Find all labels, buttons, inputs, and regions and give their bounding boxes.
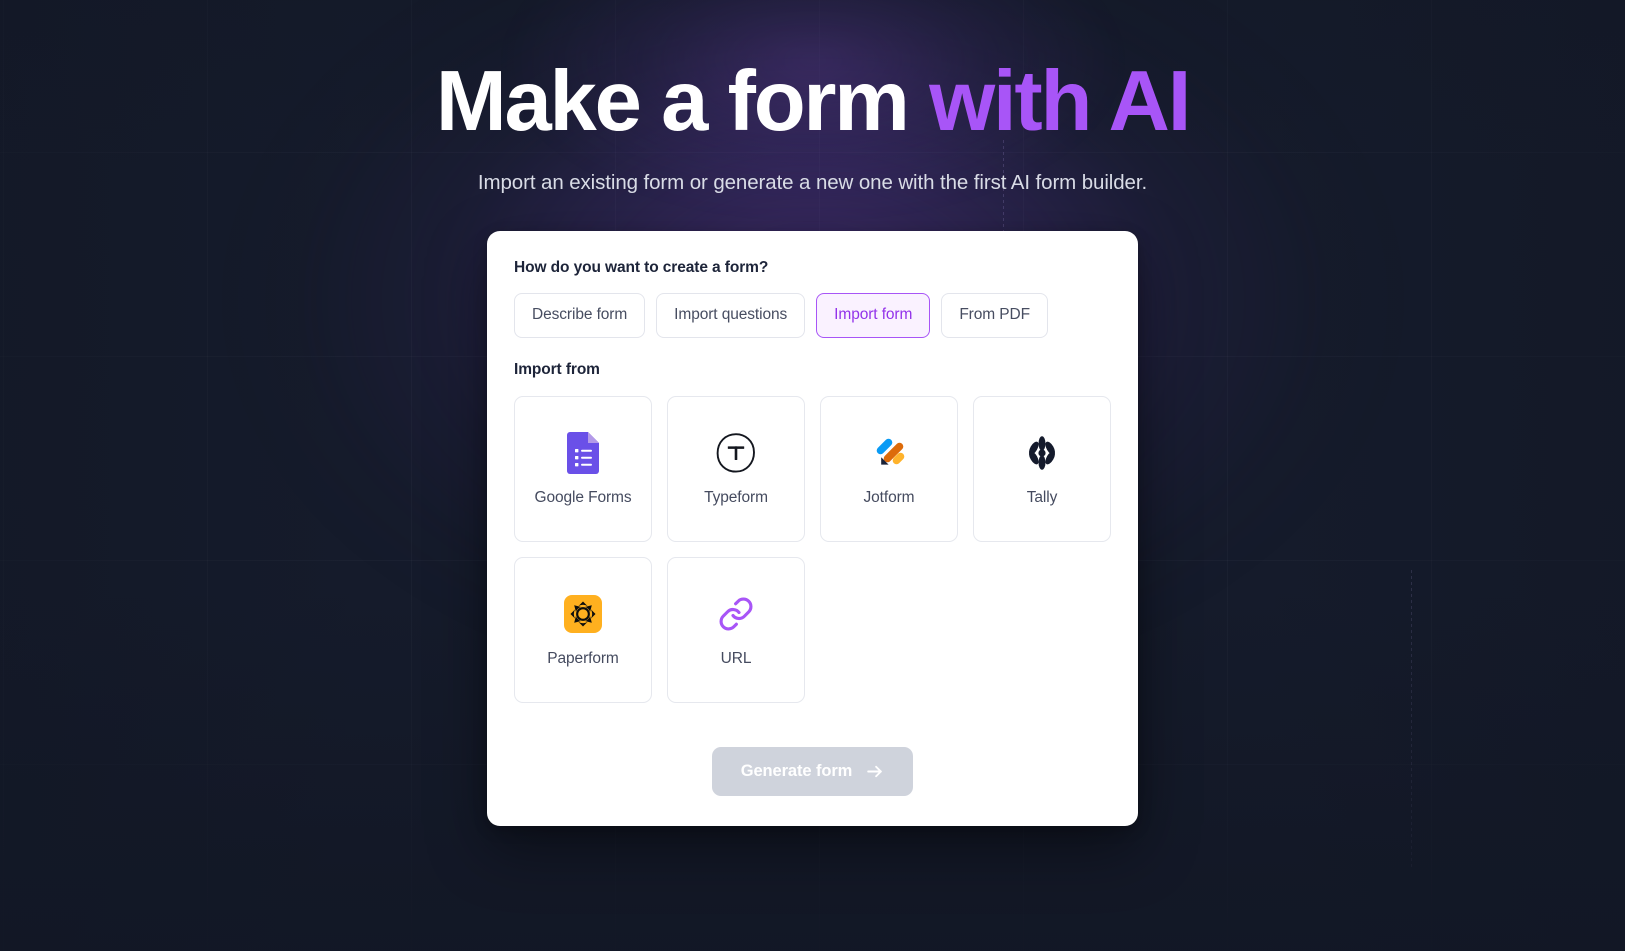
provider-label-tally: Tally <box>1026 488 1058 506</box>
mode-tab-group: Describe form Import questions Import fo… <box>514 292 1111 338</box>
mode-tab-describe-form[interactable]: Describe form <box>514 292 646 338</box>
generate-form-button[interactable]: Generate form <box>711 746 914 796</box>
form-builder-card: How do you want to create a form? Descri… <box>487 230 1138 826</box>
page-subtitle: Import an existing form or generate a ne… <box>477 170 1148 194</box>
page-title: Make a form with AI <box>436 58 1191 146</box>
provider-card-jotform[interactable]: Jotform <box>820 395 958 542</box>
import-from-label: Import from <box>514 360 600 378</box>
generate-form-button-label: Generate form <box>740 761 853 780</box>
mode-tab-import-questions[interactable]: Import questions <box>656 292 806 338</box>
mode-tab-from-pdf[interactable]: From PDF <box>941 292 1048 338</box>
paperform-icon <box>561 592 605 636</box>
arrow-right-icon <box>865 762 884 781</box>
provider-label-jotform: Jotform <box>863 488 915 506</box>
provider-label-typeform: Typeform <box>704 488 768 506</box>
tally-icon <box>1020 431 1064 475</box>
jotform-icon <box>867 431 911 475</box>
provider-label-url: URL <box>720 649 752 667</box>
page-title-prefix: Make a form <box>435 54 930 149</box>
mode-question-label: How do you want to create a form? <box>514 258 769 276</box>
page-title-accent: with AI <box>929 54 1191 149</box>
provider-card-typeform[interactable]: Typeform <box>667 395 805 542</box>
page-root: Make a form with AI Import an existing f… <box>0 0 1625 951</box>
generate-form-row: Generate form <box>514 746 1111 796</box>
provider-card-paperform[interactable]: Paperform <box>514 556 652 703</box>
provider-card-url[interactable]: URL <box>667 556 805 703</box>
mode-tab-import-form[interactable]: Import form <box>816 292 931 338</box>
provider-card-tally[interactable]: Tally <box>973 395 1111 542</box>
provider-label-paperform: Paperform <box>547 649 619 667</box>
google-forms-icon <box>561 431 605 475</box>
provider-label-google-forms: Google Forms <box>534 488 632 506</box>
url-link-icon <box>714 592 758 636</box>
import-provider-grid: Google Forms Typeform Jotform Tally Pape… <box>514 395 1111 703</box>
provider-card-google-forms[interactable]: Google Forms <box>514 395 652 542</box>
typeform-icon <box>714 431 758 475</box>
